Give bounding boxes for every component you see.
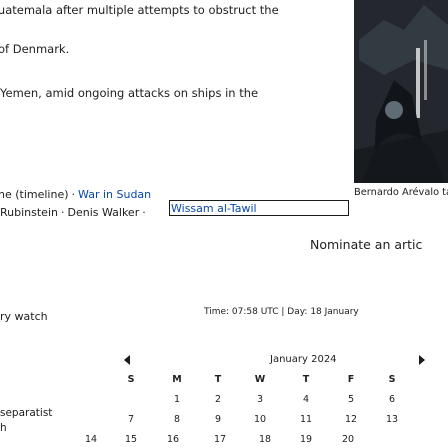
death-link-wissam-al-tawil[interactable]: Wissam al-Tawil (169, 200, 349, 216)
calendar-day[interactable]: 5 (336, 394, 366, 405)
calendar-day[interactable]: 12 (336, 414, 366, 425)
calendar-day[interactable]: 1 (162, 394, 192, 405)
weekday-header: T (214, 374, 222, 385)
partial-letter: h (0, 422, 7, 434)
previous-month-arrow-icon[interactable] (124, 355, 130, 365)
calendar-day[interactable]: 10 (245, 414, 275, 425)
calendar-day[interactable]: 15 (116, 434, 146, 445)
news-photo-caption: Bernardo Arévalo taking the oath of offi… (354, 187, 448, 198)
calendar-month-label: January 2024 (270, 354, 337, 365)
calendar-day[interactable]: 8 (162, 414, 192, 425)
calendar-day[interactable]: 18 (250, 434, 280, 445)
selected-link-text: Wissam al-Tawil (171, 202, 257, 215)
ongoing-war-in-sudan-link[interactable]: War in Sudan (78, 188, 151, 201)
calendar-day[interactable]: 16 (158, 434, 188, 445)
calendar-day[interactable]: 4 (291, 394, 321, 405)
nominate-link[interactable]: Nominate an artic (310, 237, 422, 252)
section-heading-partial: ry watch (0, 310, 48, 323)
calendar-day[interactable]: 19 (291, 434, 321, 445)
death-link-denis-walker[interactable]: Denis Walker (67, 206, 139, 219)
ongoing-row: ne (timeline) · War in Sudan (0, 188, 151, 201)
separator: · (142, 206, 146, 219)
calendar-status-line: Time: 07:58 UTC | Day: 18 January (204, 307, 359, 317)
news-item-denmark: of Denmark. (0, 42, 70, 56)
calendar-day[interactable]: 6 (377, 394, 407, 405)
death-link-rubinstein[interactable]: Rubinstein (0, 206, 58, 219)
news-item-yemen: Yemen, amid ongoing attacks on ships in … (0, 86, 259, 100)
calendar-day[interactable]: 7 (116, 414, 146, 425)
separator: · (71, 188, 76, 201)
calendar-day[interactable]: 14 (76, 434, 106, 445)
calendar-day[interactable]: 17 (205, 434, 235, 445)
calendar-day[interactable]: 20 (333, 434, 363, 445)
partial-word: separatist (0, 407, 53, 419)
calendar-day[interactable]: 2 (203, 394, 233, 405)
news-photo-graphic (354, 0, 448, 183)
news-photo[interactable] (354, 0, 448, 183)
calendar-day[interactable]: 9 (203, 414, 233, 425)
weekday-header: W (254, 374, 266, 385)
calendar-day[interactable]: 11 (291, 414, 321, 425)
weekday-header: F (347, 374, 355, 385)
weekday-header: M (172, 374, 182, 385)
ongoing-timeline-link[interactable]: ne (timeline) (0, 188, 69, 201)
weekday-header: S (127, 374, 135, 385)
calendar-day[interactable]: 13 (377, 414, 407, 425)
weekday-header: S (388, 374, 396, 385)
weekday-header: T (302, 374, 310, 385)
calendar-day[interactable]: 3 (245, 394, 275, 405)
news-item-guatemala: Guatemala after multiple attempts to obs… (0, 3, 279, 17)
next-month-arrow-icon[interactable] (419, 355, 425, 365)
recent-deaths-row: Rubinstein · Denis Walker · (0, 206, 149, 219)
